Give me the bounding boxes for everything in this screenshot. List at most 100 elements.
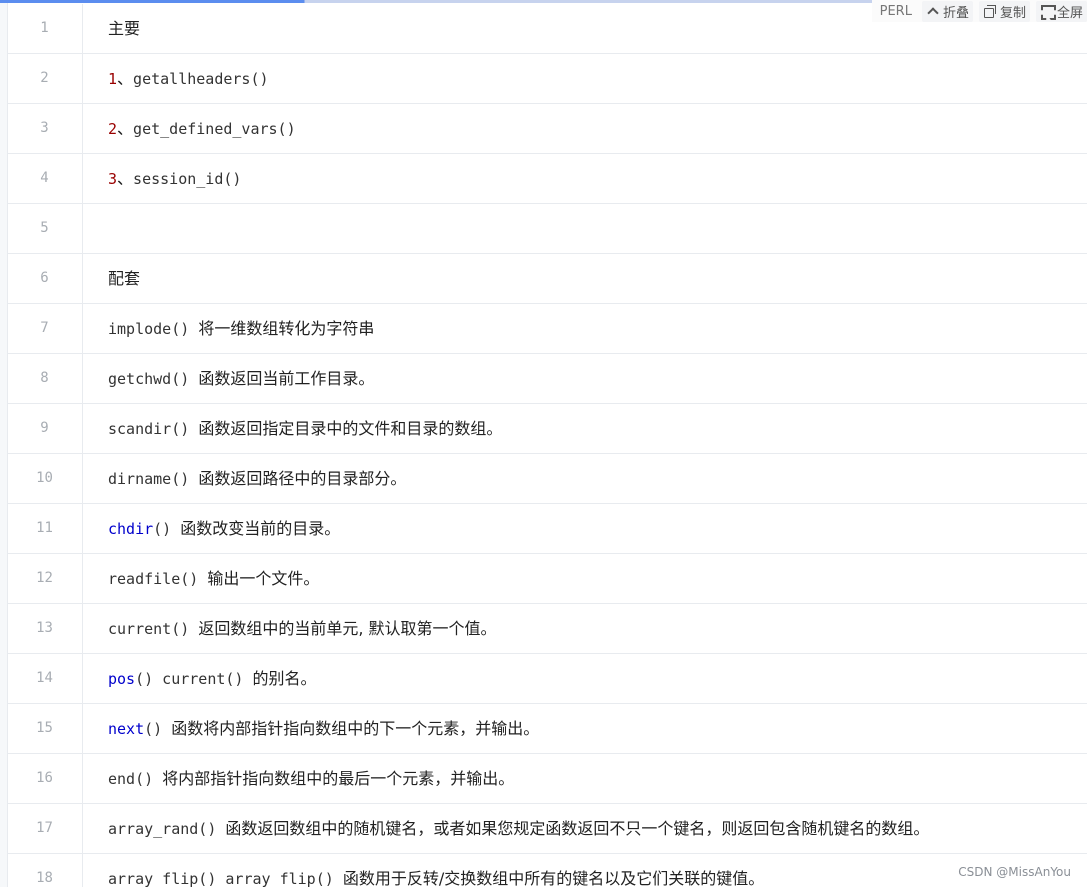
fold-button[interactable]: 折叠 — [921, 0, 973, 22]
code-token: 配套 — [108, 269, 141, 288]
code-token: 主要 — [108, 19, 141, 38]
code-line: 4 3、session_id() — [7, 154, 1087, 204]
code-token: 函数用于反转/交换数组中所有的键名以及它们关联的键值。 — [342, 869, 765, 887]
code-line: 7 implode() 将一维数组转化为字符串 — [7, 304, 1087, 354]
line-code: current() 返回数组中的当前单元, 默认取第一个值。 — [108, 604, 497, 653]
line-code: getchwd() 函数返回当前工作目录。 — [108, 354, 374, 403]
code-line: 8 getchwd() 函数返回当前工作目录。 — [7, 354, 1087, 404]
code-token: 1 — [108, 70, 118, 88]
line-number: 1 — [7, 4, 83, 53]
code-token: 3 — [108, 170, 118, 188]
line-number: 17 — [7, 804, 83, 853]
line-number: 14 — [7, 654, 83, 703]
code-token: end() — [108, 770, 163, 788]
fullscreen-label: 全屏 — [1056, 5, 1083, 21]
line-code: 主要 — [108, 4, 140, 53]
line-code: 1、getallheaders() — [108, 54, 269, 103]
line-number: 4 — [7, 154, 83, 203]
code-line: 14 pos() current() 的别名。 — [7, 654, 1087, 704]
line-code: scandir() 函数返回指定目录中的文件和目录的数组。 — [108, 404, 502, 453]
code-line: 15 next() 函数将内部指针指向数组中的下一个元素，并输出。 — [7, 704, 1087, 754]
line-code: end() 将内部指针指向数组中的最后一个元素，并输出。 — [108, 754, 514, 803]
code-token: scandir() — [108, 420, 199, 438]
line-code: next() 函数将内部指针指向数组中的下一个元素，并输出。 — [108, 704, 539, 753]
code-line: 12 readfile() 输出一个文件。 — [7, 554, 1087, 604]
code-line: 17 array_rand() 函数返回数组中的随机键名，或者如果您规定函数返回不… — [7, 804, 1087, 854]
fullscreen-button[interactable]: 全屏 — [1035, 0, 1087, 22]
code-token: 2 — [108, 120, 118, 138]
code-token: get_defined_vars() — [133, 120, 296, 138]
code-token: array_flip() array_flip() — [108, 870, 343, 887]
copy-icon — [983, 4, 997, 18]
line-code: 2、get_defined_vars() — [108, 104, 296, 153]
chevron-up-icon — [926, 4, 940, 18]
code-line: 6 配套 — [7, 254, 1087, 304]
code-token: implode() — [108, 320, 199, 338]
line-code: 配套 — [108, 254, 140, 303]
code-line: 9 scandir() 函数返回指定目录中的文件和目录的数组。 — [7, 404, 1087, 454]
line-number: 15 — [7, 704, 83, 753]
code-token: 函数返回数组中的随机键名，或者如果您规定函数返回不只一个键名，则返回包含随机键名… — [225, 819, 930, 838]
code-page: 1 主要 2 1、getallheaders() 3 2、get_defined_vars… — [0, 0, 1087, 887]
code-token: 函数返回路径中的目录部分。 — [198, 469, 407, 488]
code-token: () — [153, 520, 181, 538]
line-number: 6 — [7, 254, 83, 303]
line-number: 11 — [7, 504, 83, 553]
code-token: array_rand() — [108, 820, 226, 838]
code-line: 5 — [7, 204, 1087, 254]
line-code: pos() current() 的别名。 — [108, 654, 317, 703]
code-line: 11 chdir() 函数改变当前的目录。 — [7, 504, 1087, 554]
code-token: next — [108, 720, 145, 738]
code-line: 18 array_flip() array_flip() 函数用于反转/交换数组中… — [7, 854, 1087, 887]
line-number: 3 — [7, 104, 83, 153]
code-token: 的别名。 — [252, 669, 317, 688]
copy-label: 复制 — [999, 5, 1026, 21]
code-token: 将内部指针指向数组中的最后一个元素，并输出。 — [162, 769, 515, 788]
code-token: 、 — [117, 169, 134, 188]
line-code: array_rand() 函数返回数组中的随机键名，或者如果您规定函数返回不只一… — [108, 804, 929, 853]
code-line: 16 end() 将内部指针指向数组中的最后一个元素，并输出。 — [7, 754, 1087, 804]
code-token: 函数返回指定目录中的文件和目录的数组。 — [198, 419, 503, 438]
code-token: 返回数组中的当前单元, 默认取第一个值。 — [198, 619, 497, 638]
code-line: 2 1、getallheaders() — [7, 54, 1087, 104]
line-code: implode() 将一维数组转化为字符串 — [108, 304, 374, 353]
code-token: chdir — [108, 520, 154, 538]
code-line: 10 dirname() 函数返回路径中的目录部分。 — [7, 454, 1087, 504]
fullscreen-icon — [1040, 4, 1054, 18]
line-code: 3、session_id() — [108, 154, 241, 203]
code-token: 输出一个文件。 — [207, 569, 320, 588]
line-number: 9 — [7, 404, 83, 453]
code-token: 将一维数组转化为字符串 — [198, 319, 375, 338]
line-number: 13 — [7, 604, 83, 653]
code-token: getallheaders() — [133, 70, 269, 88]
line-number: 18 — [7, 854, 83, 887]
line-number: 2 — [7, 54, 83, 103]
code-token: 、 — [117, 69, 134, 88]
watermark: CSDN @MissAnYou — [958, 865, 1071, 879]
code-token: 函数改变当前的目录。 — [180, 519, 341, 538]
line-code: chdir() 函数改变当前的目录。 — [108, 504, 340, 553]
line-code: dirname() 函数返回路径中的目录部分。 — [108, 454, 406, 503]
line-number: 7 — [7, 304, 83, 353]
code-token: dirname() — [108, 470, 199, 488]
line-number: 12 — [7, 554, 83, 603]
line-code: readfile() 输出一个文件。 — [108, 554, 319, 603]
code-token: pos — [108, 670, 136, 688]
code-block: 1 主要 2 1、getallheaders() 3 2、get_defined_vars… — [7, 4, 1087, 887]
line-number: 8 — [7, 354, 83, 403]
code-line: 3 2、get_defined_vars() — [7, 104, 1087, 154]
code-toolbar: PERL 折叠 复制 全屏 — [871, 0, 1087, 22]
line-number: 5 — [7, 204, 83, 253]
copy-button[interactable]: 复制 — [978, 0, 1030, 22]
code-line: 13 current() 返回数组中的当前单元, 默认取第一个值。 — [7, 604, 1087, 654]
code-token: session_id() — [133, 170, 242, 188]
language-label: PERL — [879, 3, 912, 19]
code-token: current() — [108, 620, 199, 638]
line-code: array_flip() array_flip() 函数用于反转/交换数组中所有… — [108, 854, 764, 887]
line-number: 10 — [7, 454, 83, 503]
fold-label: 折叠 — [942, 5, 969, 21]
code-token: getchwd() — [108, 370, 199, 388]
code-token: 、 — [117, 119, 134, 138]
code-token: 函数返回当前工作目录。 — [198, 369, 375, 388]
line-number: 16 — [7, 754, 83, 803]
